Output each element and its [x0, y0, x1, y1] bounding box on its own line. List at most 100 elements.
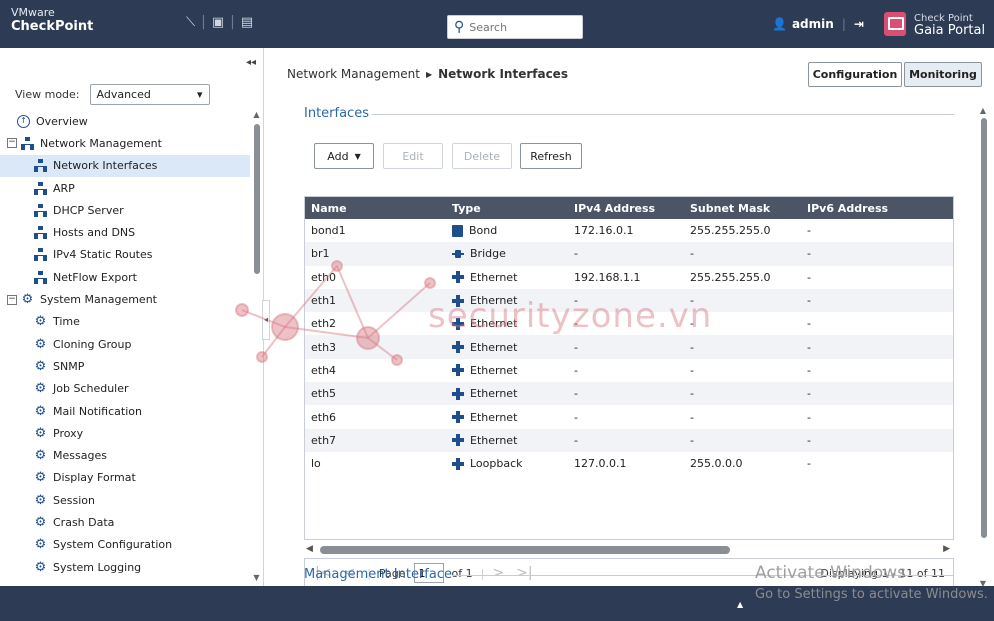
caret-up-icon[interactable]: ▲	[737, 600, 743, 609]
sidebar-item[interactable]: ⚙ Proxy	[0, 422, 250, 444]
view-mode-label: View mode:	[15, 88, 80, 101]
header-tools: ⟍ | ▣ | ▤	[186, 14, 253, 30]
cell-subnet: -	[684, 335, 801, 359]
sidebar-item[interactable]: ⚙ Mail Notification	[0, 400, 250, 422]
cell-name: eth0	[311, 270, 337, 284]
table-row[interactable]: eth7 Ethernet - - -	[305, 428, 953, 452]
column-header-subnet[interactable]: Subnet Mask	[684, 197, 801, 219]
refresh-button[interactable]: Refresh	[520, 143, 582, 169]
cell-name: eth6	[311, 410, 337, 424]
brand: VMware CheckPoint	[11, 6, 93, 34]
sidebar-item[interactable]: IPv4 Static Routes	[0, 244, 250, 266]
user-menu[interactable]: 👤 admin | ⇥	[772, 17, 864, 31]
sidebar-item[interactable]: − Network Management	[0, 132, 250, 154]
type-label: Ethernet	[470, 340, 518, 354]
table-row[interactable]: eth5 Ethernet - - -	[305, 382, 953, 406]
scroll-down-icon[interactable]: ▼	[252, 573, 261, 582]
sidebar-item[interactable]: ARP	[0, 177, 250, 199]
table-row[interactable]: eth4 Ethernet - - -	[305, 359, 953, 382]
sidebar-item[interactable]: − ⚙ System Management	[0, 288, 250, 310]
gear-icon: ⚙	[34, 358, 47, 374]
document-icon[interactable]: ▤	[241, 15, 253, 30]
sidebar-item[interactable]: ⚙ Time	[0, 311, 250, 333]
column-header-type[interactable]: Type	[446, 197, 568, 219]
delete-button[interactable]: Delete	[452, 143, 512, 169]
column-header-name[interactable]: Name	[305, 197, 446, 219]
bridge-interface-icon	[452, 248, 464, 260]
top-header: VMware CheckPoint ⟍ | ▣ | ▤ ⚲ 👤 admin | …	[0, 0, 994, 48]
search-box[interactable]: ⚲	[447, 15, 583, 39]
table-row[interactable]: eth3 Ethernet - - -	[305, 335, 953, 359]
view-mode-value: Advanced	[96, 88, 151, 101]
eth-interface-icon	[452, 341, 464, 354]
sidebar-item[interactable]: ⚙ Messages	[0, 444, 250, 466]
sidebar-item[interactable]: ⚙ Job Scheduler	[0, 378, 250, 400]
gear-icon: ⚙	[21, 292, 34, 308]
sidebar-item[interactable]: ⚙ Crash Data	[0, 511, 250, 533]
sidebar-item[interactable]: ↑ Overview	[0, 110, 250, 132]
navigation-tree: ↑ Overview − Network Management Network Inte…	[0, 110, 250, 578]
sidebar-item-label: Proxy	[53, 426, 84, 440]
collapse-toggle-icon[interactable]: −	[7, 294, 17, 305]
scroll-right-icon[interactable]: ▶	[943, 544, 950, 554]
sidebar-item[interactable]: Hosts and DNS	[0, 221, 250, 243]
scroll-left-icon[interactable]: ◀	[306, 544, 313, 554]
sidebar-item[interactable]: Network Interfaces	[0, 154, 250, 177]
scroll-up-icon[interactable]: ▲	[252, 110, 261, 119]
cell-ipv4: -	[568, 335, 684, 359]
username[interactable]: admin	[792, 17, 834, 31]
scroll-thumb[interactable]	[981, 118, 987, 538]
table-row[interactable]: eth1 Ethernet - - -	[305, 288, 953, 313]
scroll-thumb[interactable]	[320, 546, 730, 554]
sidebar-item[interactable]: ⚙ Session	[0, 489, 250, 511]
cell-name: eth3	[305, 335, 446, 359]
panel-splitter[interactable]: ◂	[262, 300, 270, 340]
sidebar-item[interactable]: ⚙ System Configuration	[0, 534, 250, 556]
grid-horizontal-scrollbar[interactable]: ◀ ▶	[304, 544, 954, 556]
add-button[interactable]: Add ▼	[314, 143, 374, 169]
table-row[interactable]: br1 Bridge - - -	[305, 242, 953, 266]
status-bar: ▲	[0, 586, 994, 621]
sidebar-item[interactable]: DHCP Server	[0, 199, 250, 221]
column-header-ipv4[interactable]: IPv4 Address	[568, 197, 684, 219]
sidebar-item[interactable]: NetFlow Export	[0, 266, 250, 288]
collapse-panel-icon[interactable]: ◂◂	[246, 57, 256, 68]
collapse-toggle-icon[interactable]: −	[7, 138, 17, 149]
network-icon	[34, 270, 47, 284]
sidebar-item[interactable]: ⚙ System Logging	[0, 556, 250, 578]
sidebar-item[interactable]: ⚙ Display Format	[0, 467, 250, 489]
cell-subnet: -	[684, 382, 801, 406]
next-page-icon[interactable]: >	[492, 565, 504, 581]
cell-name: br1	[305, 242, 446, 266]
gear-icon: ⚙	[34, 403, 47, 419]
sidebar-item-label: System Logging	[53, 560, 142, 574]
scroll-up-icon[interactable]: ▲	[978, 106, 988, 115]
content-scrollbar[interactable]: ▲ ▼	[978, 106, 988, 588]
sidebar-scrollbar[interactable]: ▲ ▼	[252, 110, 261, 582]
breadcrumb-parent[interactable]: Network Management	[287, 67, 420, 81]
sidebar-item[interactable]: ⚙ Cloning Group	[0, 333, 250, 355]
table-row[interactable]: eth2 Ethernet - - -	[305, 312, 953, 335]
search-input[interactable]	[469, 20, 570, 34]
cell-ipv4: -	[568, 382, 684, 406]
view-mode: View mode: Advanced ▾	[15, 84, 210, 105]
table-row[interactable]: eth6 Ethernet - - -	[305, 405, 953, 428]
table-row[interactable]: eth0 Ethernet 192.168.1.1 255.255.255.0 -	[305, 266, 953, 289]
sidebar-item[interactable]: ⚙ SNMP	[0, 355, 250, 377]
displaying-count: Displaying 1 - 11 of 11	[820, 566, 945, 580]
type-label: Ethernet	[470, 433, 518, 447]
table-row[interactable]: bond1 Bond 172.16.0.1 255.255.255.0 -	[305, 219, 953, 242]
column-header-ipv6[interactable]: IPv6 Address	[801, 197, 953, 219]
configuration-button[interactable]: Configuration	[808, 62, 902, 87]
view-mode-select[interactable]: Advanced ▾	[89, 84, 210, 105]
last-page-icon[interactable]: >|	[516, 565, 532, 581]
table-row[interactable]: lo Loopback 127.0.0.1 255.0.0.0 -	[305, 452, 953, 475]
scroll-thumb[interactable]	[254, 124, 260, 274]
gear-icon: ⚙	[34, 514, 47, 530]
logout-icon[interactable]: ⇥	[854, 17, 864, 31]
wand-icon[interactable]: ⟍	[186, 15, 195, 30]
monitoring-button[interactable]: Monitoring	[904, 62, 982, 87]
cell-subnet: -	[684, 242, 801, 266]
edit-button[interactable]: Edit	[383, 143, 443, 169]
terminal-icon[interactable]: ▣	[212, 15, 224, 30]
